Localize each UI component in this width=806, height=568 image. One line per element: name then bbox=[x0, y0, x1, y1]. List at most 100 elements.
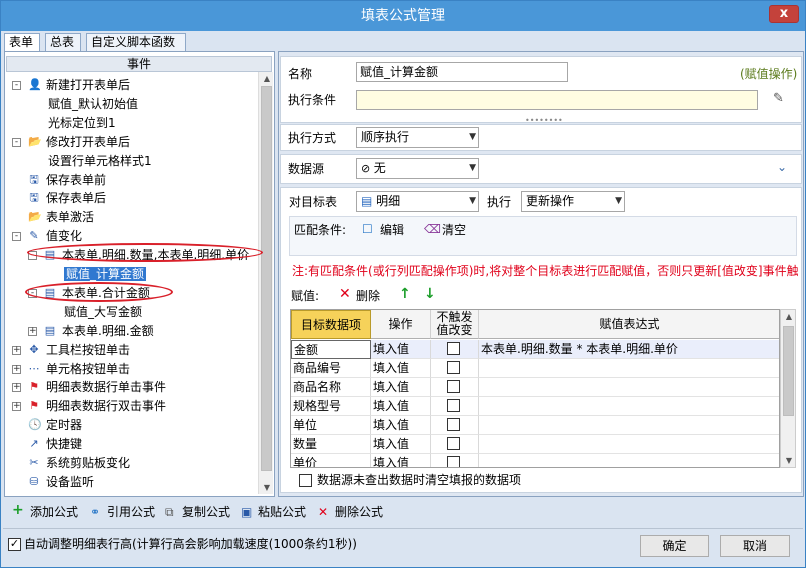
paste-icon[interactable]: ▣ bbox=[241, 504, 252, 520]
tree-node[interactable]: 系统剪贴板变化 bbox=[46, 454, 130, 472]
collapse-toggle[interactable]: - bbox=[12, 137, 21, 147]
grid-cell[interactable] bbox=[479, 454, 779, 467]
no-trigger-checkbox[interactable] bbox=[447, 342, 460, 355]
match-edit-button[interactable]: 编辑 bbox=[380, 222, 404, 238]
no-trigger-checkbox[interactable] bbox=[447, 418, 460, 431]
delete-formula-button[interactable]: 删除公式 bbox=[335, 504, 383, 520]
assign-delete-button[interactable]: 删除 bbox=[356, 288, 380, 304]
tree-node[interactable]: 工具栏按钮单击 bbox=[46, 341, 130, 359]
clear-on-empty-checkbox[interactable] bbox=[299, 474, 312, 487]
expand-toggle[interactable]: + bbox=[28, 326, 37, 336]
scroll-thumb[interactable] bbox=[783, 326, 794, 416]
add-formula-button[interactable]: 添加公式 bbox=[30, 504, 78, 520]
ok-button[interactable]: 确定 bbox=[640, 535, 709, 557]
table-row[interactable]: 规格型号 填入值 bbox=[291, 397, 779, 416]
scroll-up-icon[interactable]: ▲ bbox=[259, 74, 275, 83]
grid-cell[interactable] bbox=[431, 378, 479, 397]
grid-cell[interactable] bbox=[479, 435, 779, 454]
grid-header[interactable]: 操作 bbox=[371, 310, 431, 339]
grid-scrollbar[interactable]: ▲ ▼ bbox=[780, 309, 796, 468]
tab-form[interactable]: 表单 bbox=[4, 33, 40, 51]
table-row[interactable]: 商品编号 填入值 bbox=[291, 359, 779, 378]
tree-node[interactable]: 快捷键 bbox=[46, 435, 82, 453]
tree-node[interactable]: 本表单.明细.金额 bbox=[62, 322, 154, 340]
expand-toggle[interactable]: + bbox=[12, 364, 21, 374]
grid-cell[interactable]: 填入值 bbox=[371, 435, 431, 454]
collapse-toggle[interactable]: - bbox=[12, 232, 21, 242]
edit-icon[interactable]: ☐ bbox=[362, 221, 373, 237]
table-row[interactable]: 数量 填入值 bbox=[291, 435, 779, 454]
grid-cell[interactable]: 商品编号 bbox=[291, 359, 371, 378]
grid-cell[interactable] bbox=[431, 454, 479, 467]
tree-node[interactable]: 设置行单元格样式1 bbox=[48, 152, 152, 170]
table-row[interactable]: 单位 填入值 bbox=[291, 416, 779, 435]
copy-formula-button[interactable]: 复制公式 bbox=[182, 504, 230, 520]
close-button[interactable]: x bbox=[769, 5, 799, 23]
move-down-icon[interactable]: ↓ bbox=[424, 286, 436, 302]
scroll-down-icon[interactable]: ▼ bbox=[259, 483, 275, 492]
match-clear-button[interactable]: 清空 bbox=[442, 222, 466, 238]
tree-node[interactable]: 值变化 bbox=[46, 227, 82, 245]
grid-header[interactable]: 赋值表达式 bbox=[479, 310, 779, 339]
grid-cell[interactable]: 规格型号 bbox=[291, 397, 371, 416]
tab-summary[interactable]: 总表 bbox=[45, 33, 81, 51]
grid-cell[interactable]: 填入值 bbox=[371, 340, 431, 359]
scroll-down-icon[interactable]: ▼ bbox=[781, 456, 797, 465]
grid-cell[interactable]: 数量 bbox=[291, 435, 371, 454]
grid-cell[interactable]: 单位 bbox=[291, 416, 371, 435]
tree-node[interactable]: 表单激活 bbox=[46, 208, 94, 226]
grid-cell[interactable]: 填入值 bbox=[371, 416, 431, 435]
move-up-icon[interactable]: ↑ bbox=[399, 286, 411, 302]
grid-cell[interactable]: 商品名称 bbox=[291, 378, 371, 397]
table-row[interactable]: 单价 填入值 bbox=[291, 454, 779, 467]
tree-node[interactable]: 新建打开表单后 bbox=[46, 76, 130, 94]
ref-formula-button[interactable]: 引用公式 bbox=[107, 504, 155, 520]
eraser-icon[interactable]: ⌫ bbox=[424, 221, 441, 237]
expand-toggle[interactable]: + bbox=[12, 345, 21, 355]
delete-x-icon[interactable]: ✕ bbox=[339, 286, 351, 302]
condition-input[interactable] bbox=[356, 90, 758, 110]
grid-cell[interactable] bbox=[479, 359, 779, 378]
paste-formula-button[interactable]: 粘贴公式 bbox=[258, 504, 306, 520]
grid-cell[interactable] bbox=[431, 416, 479, 435]
copy-icon[interactable]: ⧉ bbox=[165, 504, 174, 520]
grid-cell[interactable]: 填入值 bbox=[371, 454, 431, 467]
grid-cell[interactable]: 填入值 bbox=[371, 397, 431, 416]
tree-node[interactable]: 定时器 bbox=[46, 416, 82, 434]
tree-node[interactable]: 明细表数据行双击事件 bbox=[46, 397, 166, 415]
target-select[interactable]: ▤ 明细 ▼ bbox=[356, 191, 479, 212]
delete-icon[interactable]: ✕ bbox=[318, 504, 328, 520]
name-input[interactable]: 赋值_计算金额 bbox=[356, 62, 568, 82]
no-trigger-checkbox[interactable] bbox=[447, 437, 460, 450]
grid-cell[interactable] bbox=[431, 435, 479, 454]
tree-node[interactable]: 设备监听 bbox=[46, 473, 94, 491]
tab-custom-script[interactable]: 自定义脚本函数 bbox=[86, 33, 186, 51]
link-icon[interactable]: ⚭ bbox=[90, 504, 100, 520]
grid-cell[interactable] bbox=[431, 340, 479, 359]
grid-cell[interactable] bbox=[431, 397, 479, 416]
grid-cell[interactable] bbox=[479, 378, 779, 397]
expand-toggle[interactable]: + bbox=[12, 402, 21, 412]
scroll-up-icon[interactable]: ▲ bbox=[781, 312, 797, 321]
mode-select[interactable]: 顺序执行 ▼ bbox=[356, 127, 479, 148]
collapse-toggle[interactable]: - bbox=[12, 81, 21, 90]
no-trigger-checkbox[interactable] bbox=[447, 399, 460, 412]
tree-node[interactable]: 赋值_大写金额 bbox=[64, 303, 142, 321]
tree-node[interactable]: 赋值_计算金额 bbox=[64, 265, 147, 283]
no-trigger-checkbox[interactable] bbox=[447, 380, 460, 393]
tree-node[interactable]: 保存表单前 bbox=[46, 171, 106, 189]
tree-node[interactable]: 明细表数据行单击事件 bbox=[46, 378, 166, 396]
datasource-select[interactable]: ⊘ 无 ▼ bbox=[356, 158, 479, 179]
tree-node[interactable]: 单元格按钮单击 bbox=[46, 360, 130, 378]
tree-scrollbar[interactable]: ▲ ▼ bbox=[258, 72, 273, 494]
grid-cell[interactable]: 填入值 bbox=[371, 378, 431, 397]
tree-node[interactable]: 光标定位到1 bbox=[48, 114, 116, 132]
grid-cell[interactable] bbox=[479, 397, 779, 416]
add-icon[interactable]: + bbox=[12, 502, 24, 518]
grid-cell[interactable]: 本表单.明细.数量 * 本表单.明细.单价 bbox=[479, 340, 779, 359]
cancel-button[interactable]: 取消 bbox=[720, 535, 790, 557]
grid-cell[interactable] bbox=[431, 359, 479, 378]
tree-node[interactable]: 保存表单后 bbox=[46, 189, 106, 207]
grid-cell[interactable] bbox=[479, 416, 779, 435]
auto-height-checkbox[interactable]: ✓ bbox=[8, 538, 21, 551]
